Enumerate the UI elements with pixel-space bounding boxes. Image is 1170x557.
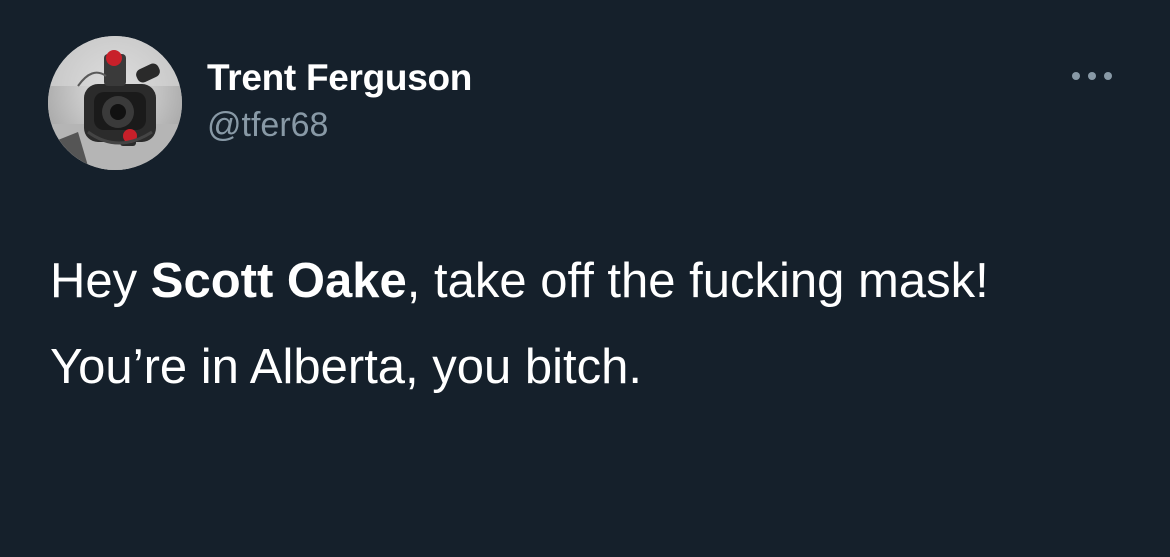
author-display-name[interactable]: Trent Ferguson xyxy=(207,54,472,102)
tweet-card: Trent Ferguson @tfer68 Hey Scott Oake, t… xyxy=(0,0,1170,557)
mention-link[interactable]: Scott Oake xyxy=(151,254,407,308)
tweet-paragraph: Hey Scott Oake, take off the fucking mas… xyxy=(50,246,1140,316)
text-suffix: , take off the fucking mask! xyxy=(406,254,989,308)
author-handle[interactable]: @tfer68 xyxy=(207,103,472,147)
tweet-paragraph: You’re in Alberta, you bitch. xyxy=(50,340,643,394)
tweet-text: Hey Scott Oake, take off the fucking mas… xyxy=(50,246,1140,402)
profile-photo-icon xyxy=(48,36,182,170)
author-info: Trent Ferguson @tfer68 xyxy=(207,54,472,147)
more-options-icon xyxy=(1072,72,1112,80)
text-prefix: Hey xyxy=(50,254,151,308)
author-avatar[interactable] xyxy=(48,36,182,170)
more-options-button[interactable] xyxy=(1066,60,1118,92)
